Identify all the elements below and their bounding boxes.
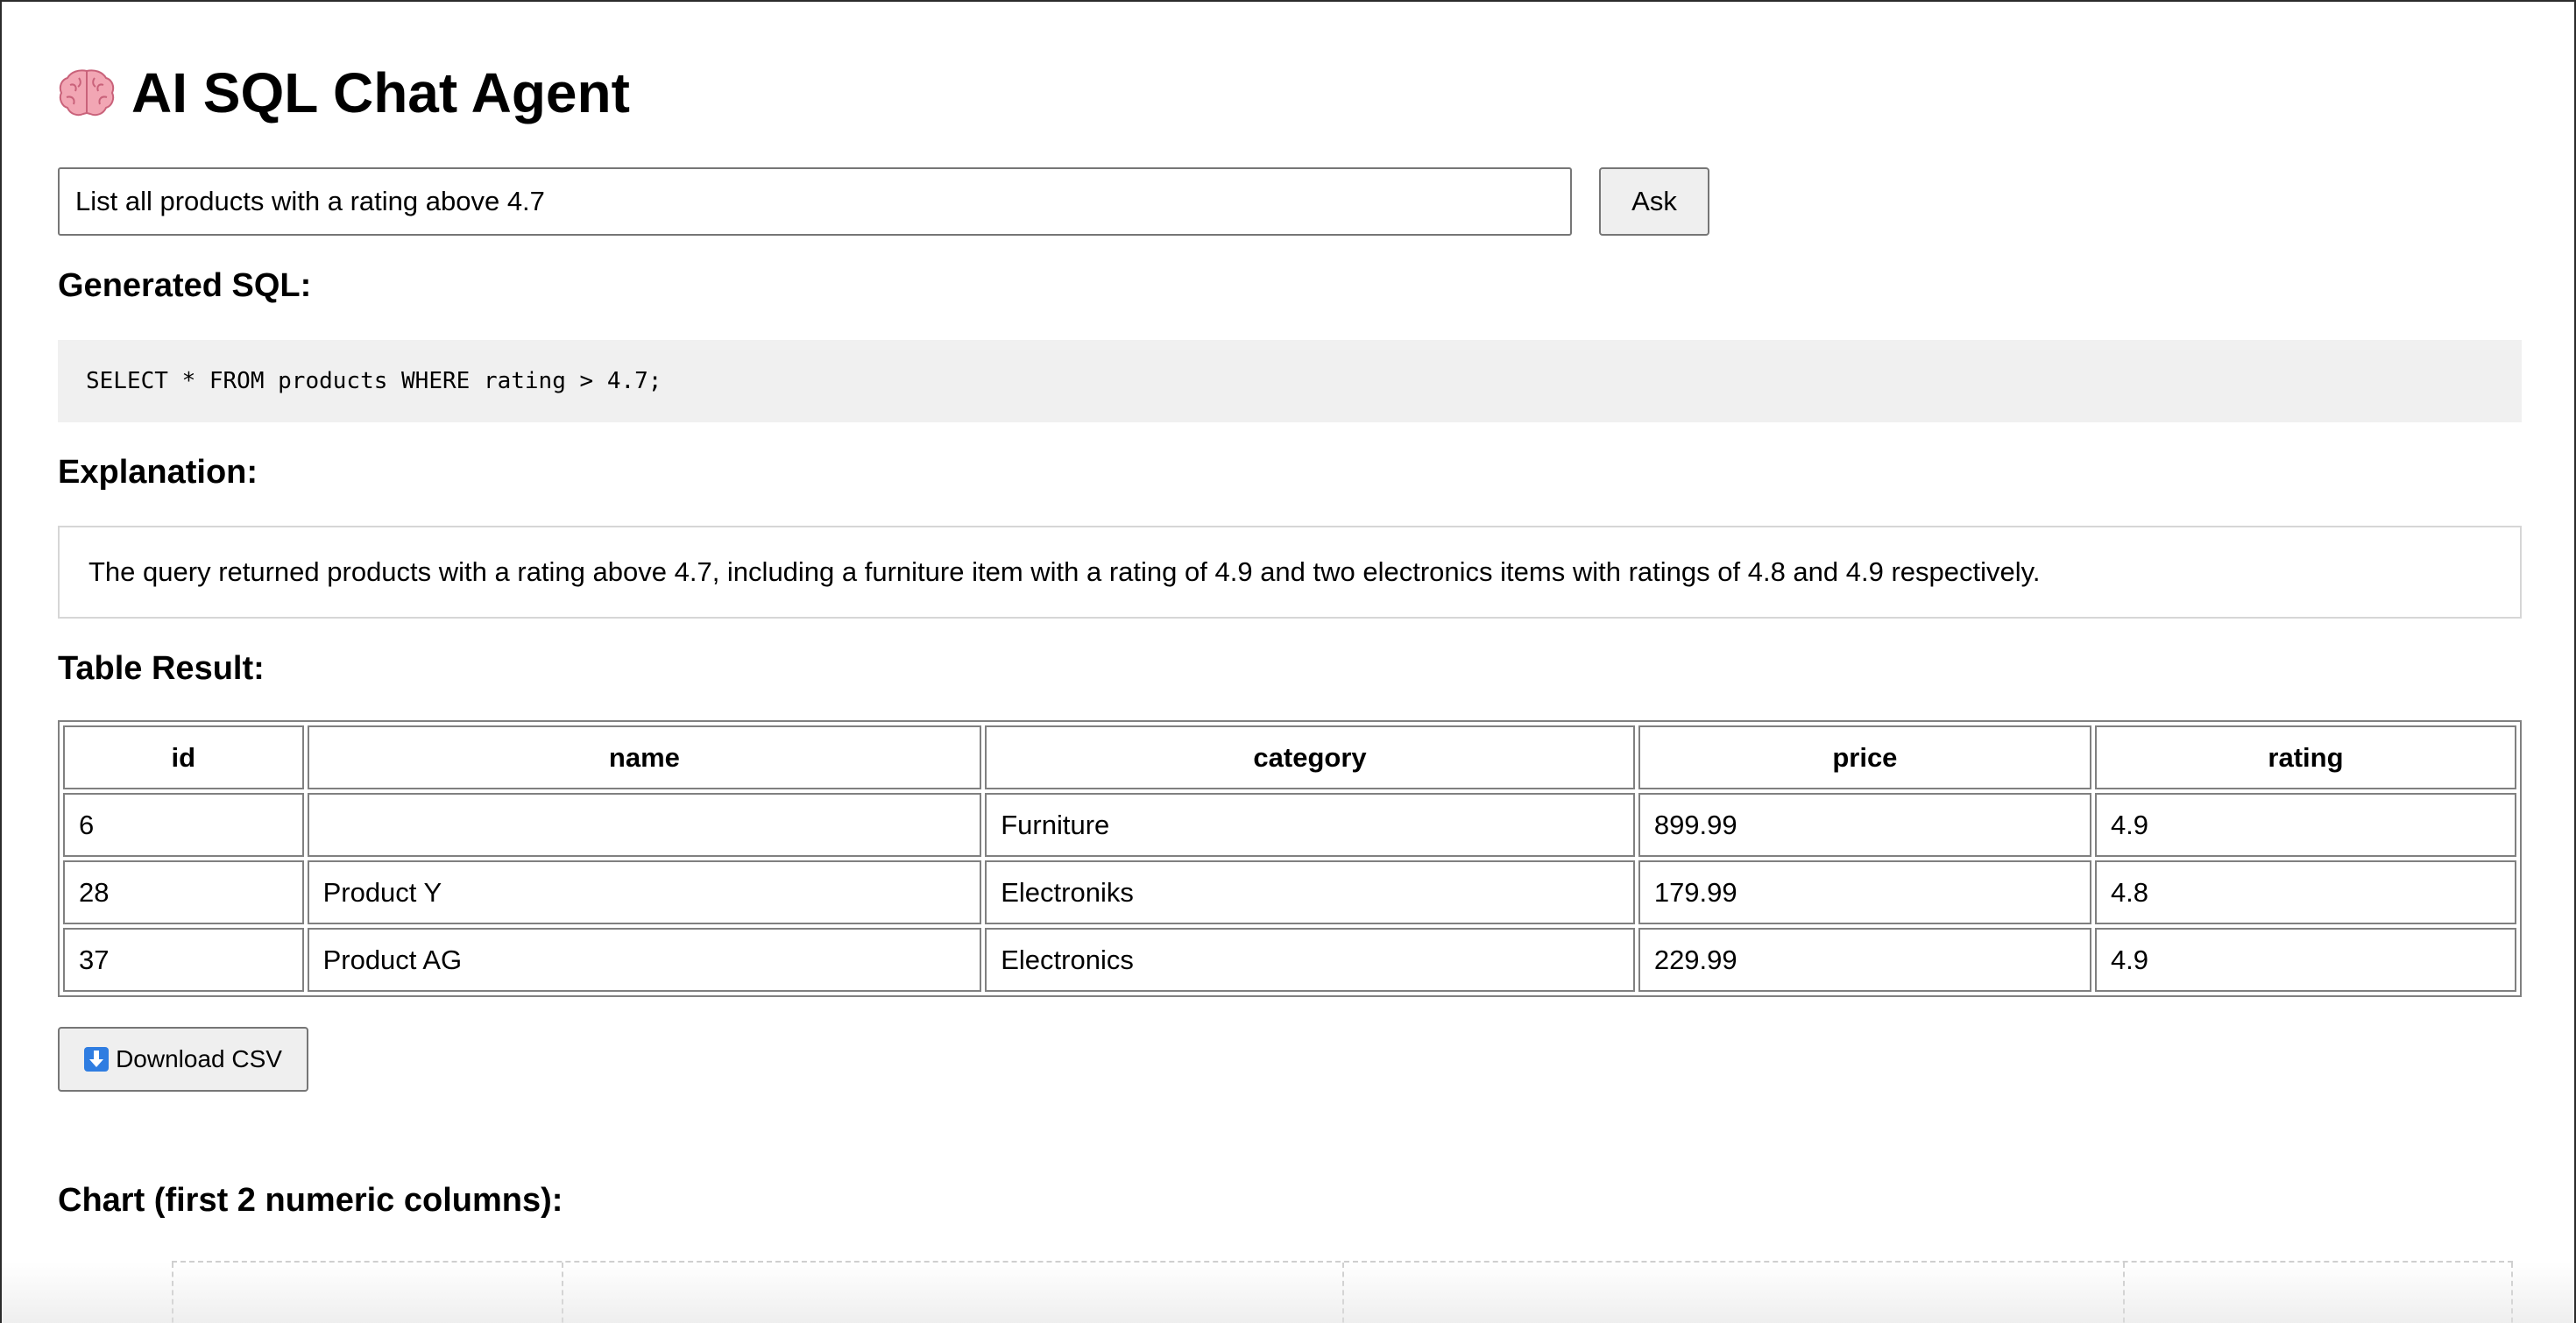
- chart-gridline: [172, 1263, 173, 1323]
- download-arrow-icon: [84, 1047, 110, 1072]
- cell-category: Electronics: [985, 928, 1635, 992]
- cell-name: Product AG: [307, 928, 982, 992]
- download-csv-label: Download CSV: [116, 1045, 282, 1072]
- ask-button[interactable]: Ask: [1599, 167, 1709, 236]
- table-row: 28 Product Y Electroniks 179.99 4.8: [63, 860, 2516, 924]
- page-title-text: AI SQL Chat Agent: [131, 61, 630, 124]
- download-csv-button[interactable]: Download CSV: [58, 1027, 308, 1092]
- cell-category: Electroniks: [985, 860, 1635, 924]
- chart-gridline: [1342, 1263, 1344, 1323]
- brain-icon: [59, 69, 115, 117]
- cell-name: Product Y: [307, 860, 982, 924]
- question-input[interactable]: [58, 167, 1572, 236]
- generated-sql-code: SELECT * FROM products WHERE rating > 4.…: [58, 340, 2522, 422]
- column-header-category: category: [985, 725, 1635, 789]
- column-header-price: price: [1638, 725, 2091, 789]
- cell-price: 899.99: [1638, 793, 2091, 857]
- cell-id: 28: [63, 860, 304, 924]
- cell-rating: 4.9: [2094, 793, 2516, 857]
- cell-id: 6: [63, 793, 304, 857]
- cell-category: Furniture: [985, 793, 1635, 857]
- explanation-text: The query returned products with a ratin…: [58, 526, 2522, 619]
- generated-sql-heading: Generated SQL:: [58, 267, 312, 304]
- chart-gridline: [2511, 1263, 2513, 1323]
- table-result-heading: Table Result:: [58, 650, 265, 687]
- table-row: 37 Product AG Electronics 229.99 4.9: [63, 928, 2516, 992]
- cell-rating: 4.9: [2094, 928, 2516, 992]
- column-header-id: id: [63, 725, 304, 789]
- explanation-heading: Explanation:: [58, 454, 258, 491]
- chart-gridline: [2123, 1263, 2125, 1323]
- result-table: id name category price rating 6 Furnitur…: [58, 720, 2522, 997]
- cell-price: 179.99: [1638, 860, 2091, 924]
- table-row: 6 Furniture 899.99 4.9: [63, 793, 2516, 857]
- cell-price: 229.99: [1638, 928, 2091, 992]
- column-header-rating: rating: [2094, 725, 2516, 789]
- page-title: AI SQL Chat Agent: [58, 56, 630, 130]
- table-header-row: id name category price rating: [63, 725, 2516, 789]
- chart-area: [172, 1261, 2513, 1323]
- column-header-name: name: [307, 725, 982, 789]
- app-window: AI SQL Chat Agent Ask Generated SQL: SEL…: [0, 0, 2576, 1323]
- cell-id: 37: [63, 928, 304, 992]
- cell-name: [307, 793, 982, 857]
- query-row: Ask: [58, 167, 1710, 236]
- cell-rating: 4.8: [2094, 860, 2516, 924]
- chart-gridline: [562, 1263, 563, 1323]
- chart-heading: Chart (first 2 numeric columns):: [58, 1182, 563, 1219]
